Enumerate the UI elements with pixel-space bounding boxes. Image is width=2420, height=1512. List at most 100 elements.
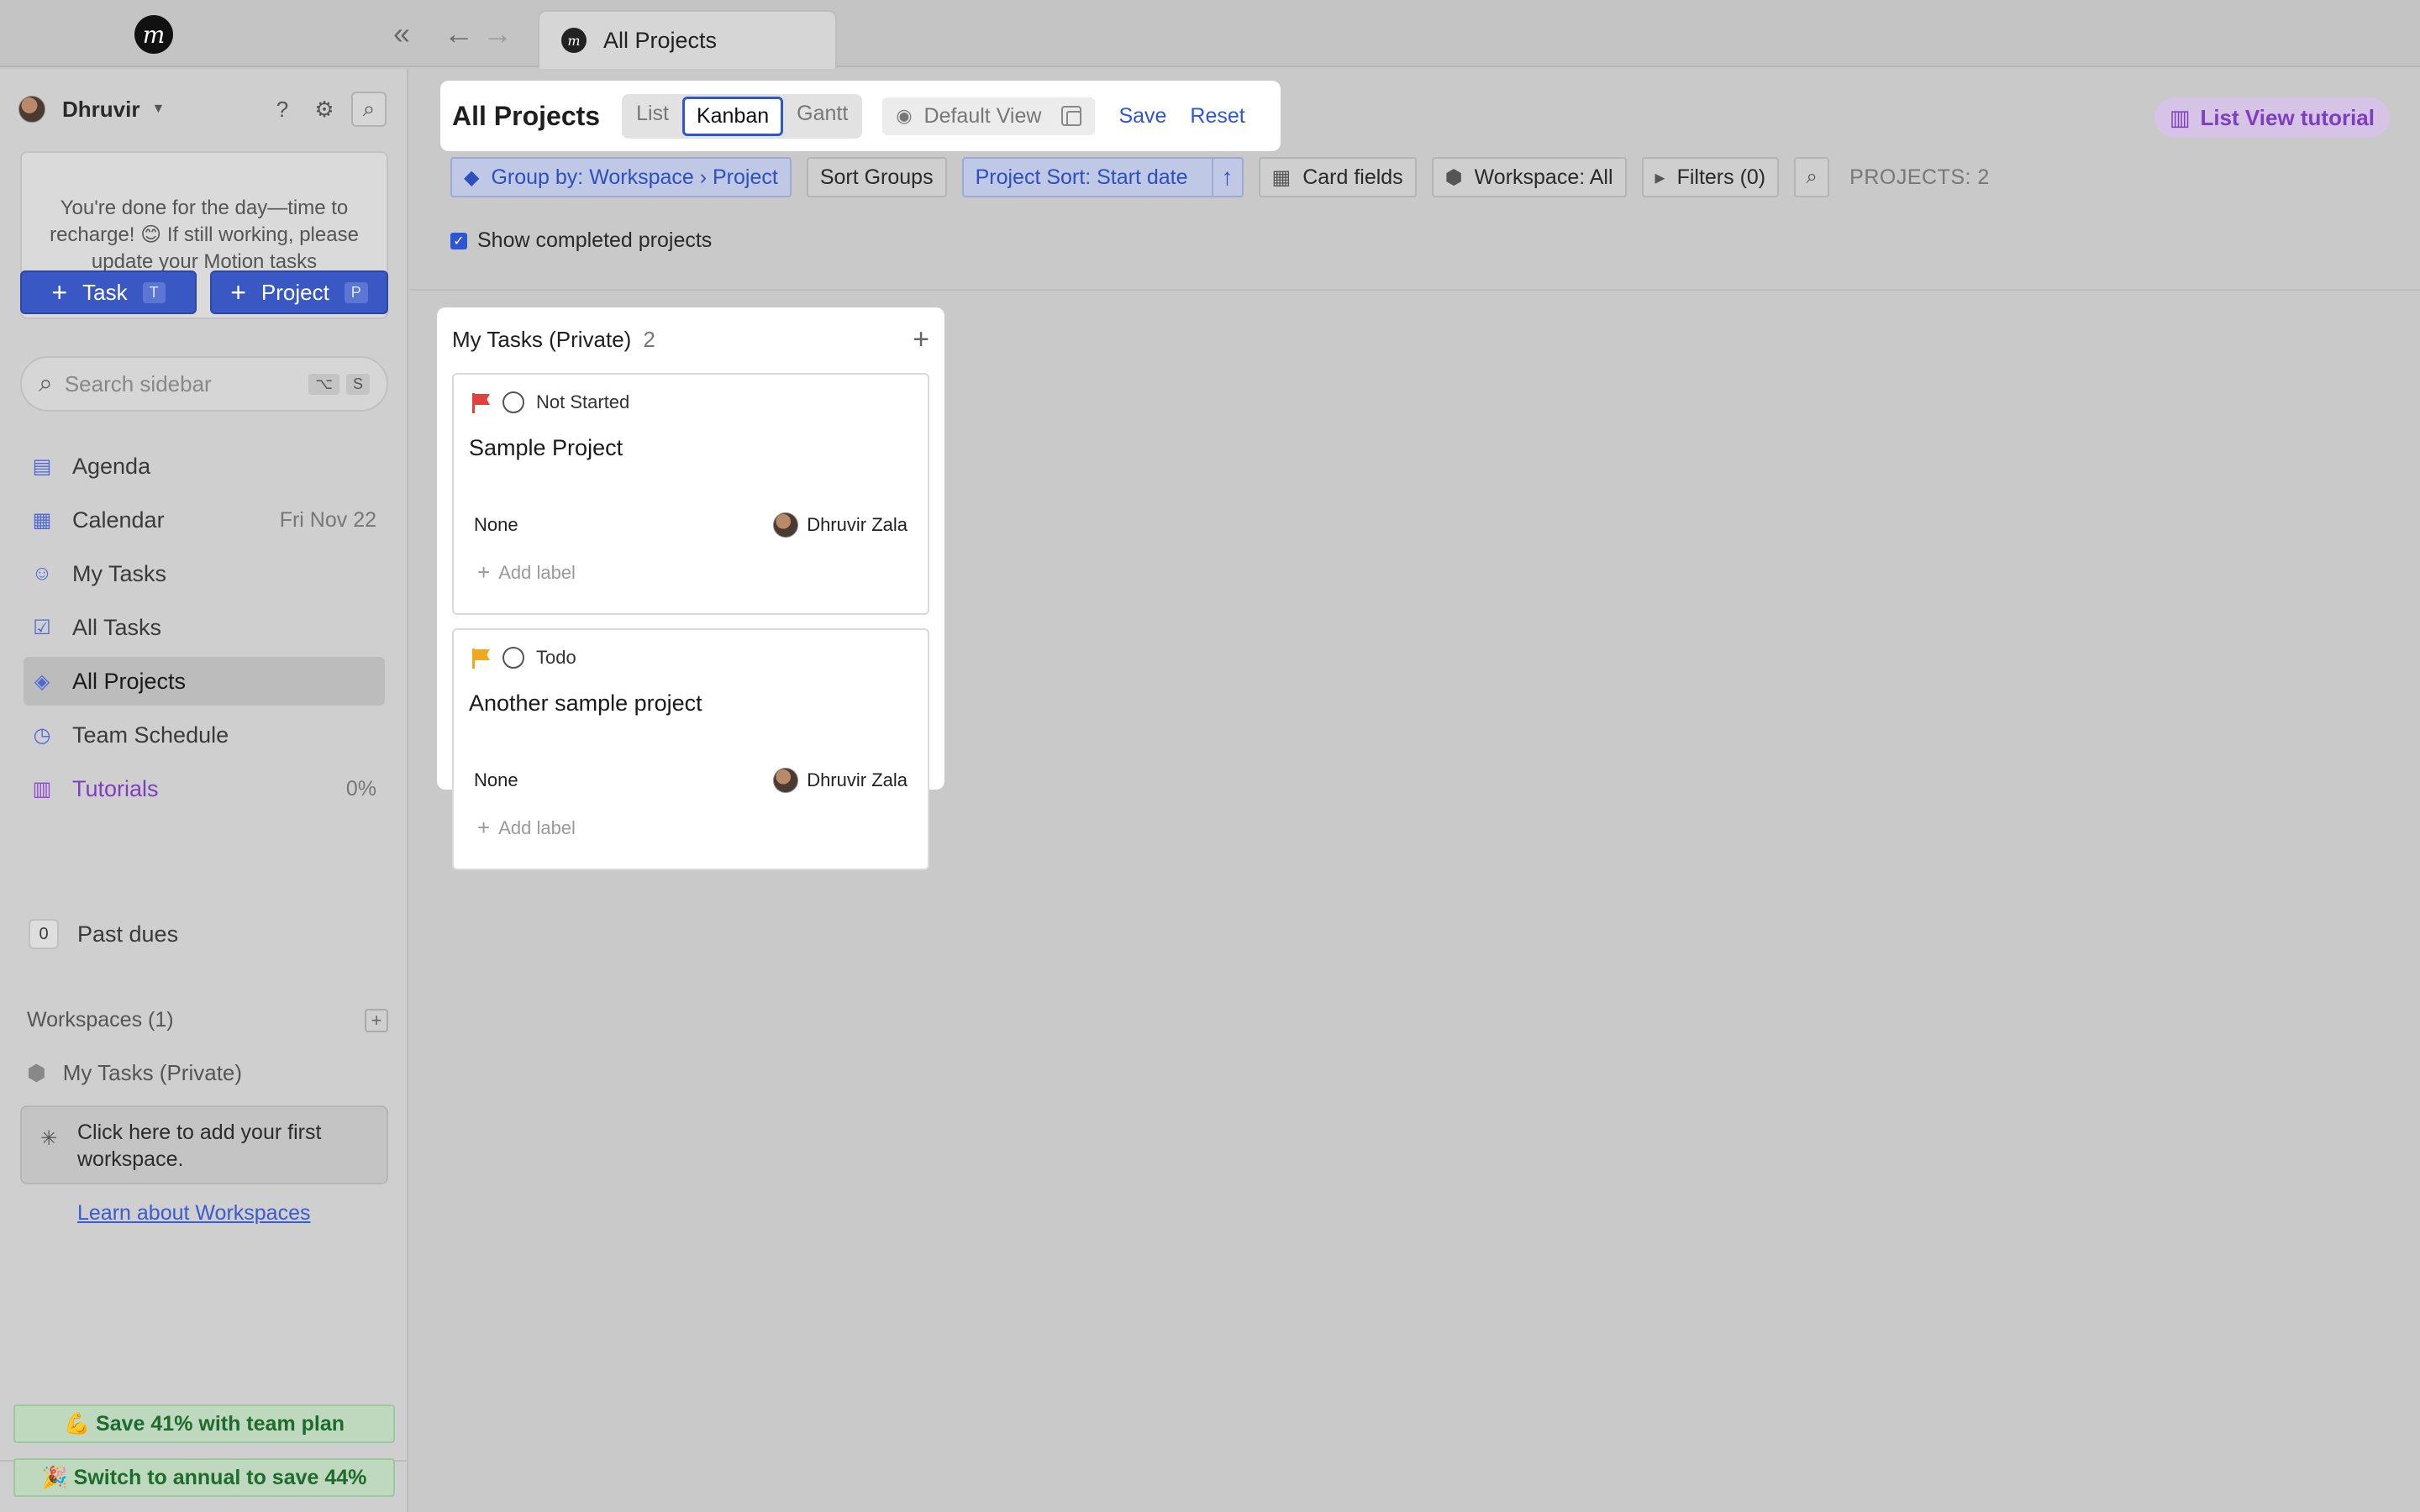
add-label-text: Add label: [498, 816, 576, 838]
card-fields-button[interactable]: ▦ Card fields: [1258, 157, 1417, 197]
tab-all-projects[interactable]: m All Projects: [538, 10, 837, 69]
priority-flag-icon[interactable]: [472, 393, 491, 413]
workspace-cube-icon: ⬢: [27, 1060, 46, 1085]
copy-icon[interactable]: [1061, 106, 1082, 126]
past-dues-count: 0: [29, 919, 59, 949]
card-fields-icon: ▦: [1271, 165, 1292, 189]
card-fields-label: Card fields: [1302, 165, 1403, 189]
divider: [410, 289, 2420, 291]
view-bar: All Projects List Kanban Gantt ◉ Default…: [440, 81, 1281, 151]
show-completed-toggle[interactable]: ✓ Show completed projects: [450, 228, 712, 253]
project-card[interactable]: Todo Another sample project None Dhruvir…: [452, 628, 929, 870]
collapse-sidebar-icon[interactable]: «: [393, 15, 410, 52]
save-button[interactable]: Save: [1118, 104, 1166, 129]
default-view-dropdown[interactable]: ◉ Default View: [882, 97, 1096, 135]
workspace-item-label: My Tasks (Private): [62, 1060, 243, 1085]
my-tasks-icon: ☺: [31, 562, 53, 585]
plus-icon: +: [230, 276, 246, 307]
sidebar-item-label: Agenda: [72, 453, 151, 479]
status-circle-icon[interactable]: [502, 391, 524, 413]
add-label-text: Add label: [498, 561, 576, 583]
add-project-icon[interactable]: +: [913, 323, 929, 356]
card-field-value[interactable]: None: [474, 514, 518, 536]
forward-arrow-icon[interactable]: →: [482, 15, 513, 52]
back-arrow-icon[interactable]: ←: [444, 15, 474, 52]
tab-kanban[interactable]: Kanban: [681, 96, 784, 136]
add-project-button[interactable]: + Project P: [210, 270, 388, 314]
assignee-name: Dhruvir Zala: [807, 769, 908, 790]
workspaces-heading: Workspaces (1) +: [27, 1008, 388, 1032]
sidebar-search-input[interactable]: ⌕ Search sidebar ⌥ S: [20, 356, 388, 412]
group-by-label: Group by: Workspace › Project: [491, 165, 778, 189]
team-schedule-icon: ◷: [33, 723, 51, 747]
tutorial-label: List View tutorial: [2200, 104, 2375, 130]
project-title[interactable]: Sample Project: [469, 435, 623, 461]
add-task-button[interactable]: + Task T: [20, 270, 197, 314]
annual-plan-promo-button[interactable]: 🎉 Switch to annual to save 44%: [13, 1458, 395, 1497]
sidebar-item-team-schedule[interactable]: ◷ Team Schedule: [24, 711, 385, 759]
team-plan-promo-button[interactable]: 💪 Save 41% with team plan: [13, 1404, 395, 1443]
plus-icon: +: [477, 815, 491, 840]
workspace-callout-text: Click here to add your first workspace.: [77, 1121, 322, 1171]
filters-button[interactable]: ▸ Filters (0): [1641, 157, 1780, 197]
avatar[interactable]: [18, 96, 45, 123]
checkbox-checked-icon[interactable]: ✓: [450, 232, 467, 249]
list-view-tutorial-button[interactable]: ▥ List View tutorial: [2154, 97, 2390, 138]
sidebar-item-tutorials[interactable]: ▥ Tutorials 0%: [24, 764, 385, 813]
column-title: My Tasks (Private): [452, 326, 632, 352]
project-title[interactable]: Another sample project: [469, 690, 702, 717]
past-dues[interactable]: 0 Past dues: [29, 919, 178, 949]
sidebar: Dhruvir ▼ ? ⚙ ⌕ You're done for the day—…: [0, 69, 408, 1512]
card-field-value[interactable]: None: [474, 769, 518, 791]
workspace-filter-button[interactable]: ⬢ Workspace: All: [1431, 157, 1627, 197]
all-tasks-icon: ☑: [33, 616, 51, 639]
workspace-item[interactable]: ⬢ My Tasks (Private): [27, 1060, 242, 1086]
search-button[interactable]: ⌕: [1794, 157, 1830, 197]
sidebar-item-label: All Projects: [72, 668, 187, 694]
avatar: [773, 768, 799, 793]
tab-list[interactable]: List: [624, 97, 681, 136]
workspace-cube-icon: ⬢: [1444, 165, 1463, 189]
project-sort-label: Project Sort: Start date: [975, 165, 1188, 189]
reset-button[interactable]: Reset: [1190, 104, 1244, 129]
assignee[interactable]: Dhruvir Zala: [773, 512, 908, 538]
project-sort-button[interactable]: Project Sort: Start date ↑: [961, 157, 1244, 197]
motion-logo-icon[interactable]: m: [134, 15, 173, 54]
projects-count: PROJECTS: 2: [1849, 165, 1990, 189]
search-icon[interactable]: ⌕: [351, 92, 387, 127]
calendar-icon: ▦: [32, 508, 52, 532]
workspaces-heading-label: Workspaces (1): [27, 1008, 174, 1032]
plus-icon: +: [51, 276, 68, 307]
sort-groups-button[interactable]: Sort Groups: [806, 157, 947, 197]
help-icon[interactable]: ?: [267, 94, 297, 124]
project-shortcut: P: [344, 281, 368, 303]
add-label-button[interactable]: + Add label: [477, 815, 576, 841]
project-card[interactable]: Not Started Sample Project None Dhruvir …: [452, 373, 929, 615]
sidebar-search-placeholder: Search sidebar: [64, 370, 212, 396]
sidebar-item-all-tasks[interactable]: ☑ All Tasks: [24, 603, 385, 652]
status-label: Not Started: [536, 391, 630, 412]
chevron-down-icon[interactable]: ▼: [151, 102, 165, 117]
all-projects-icon: ◈: [34, 669, 50, 693]
sort-ascending-icon[interactable]: ↑: [1211, 159, 1242, 196]
gear-icon[interactable]: ⚙: [309, 94, 339, 124]
workspace-filter-label: Workspace: All: [1474, 165, 1613, 189]
lightbulb-icon: ✳: [40, 1127, 58, 1150]
user-name[interactable]: Dhruvir: [62, 97, 139, 123]
priority-flag-icon[interactable]: [472, 648, 491, 669]
layers-icon: ◆: [464, 165, 480, 189]
tab-gantt[interactable]: Gantt: [785, 97, 860, 136]
add-workspace-button[interactable]: +: [365, 1008, 388, 1032]
sidebar-item-calendar[interactable]: ▦ Calendar Fri Nov 22: [24, 496, 385, 544]
assignee[interactable]: Dhruvir Zala: [773, 768, 908, 793]
add-workspace-callout[interactable]: ✳ Click here to add your first workspace…: [20, 1105, 388, 1184]
group-by-button[interactable]: ◆ Group by: Workspace › Project: [450, 157, 792, 197]
sidebar-item-agenda[interactable]: ▤ Agenda: [24, 442, 385, 491]
sidebar-item-label: My Tasks: [72, 560, 167, 586]
search-icon: ⌕: [39, 370, 53, 397]
learn-workspaces-link[interactable]: Learn about Workspaces: [77, 1201, 310, 1226]
add-label-button[interactable]: + Add label: [477, 559, 576, 585]
sidebar-item-all-projects[interactable]: ◈ All Projects: [24, 657, 385, 706]
status-circle-icon[interactable]: [502, 647, 524, 669]
sidebar-item-my-tasks[interactable]: ☺ My Tasks: [24, 549, 385, 598]
